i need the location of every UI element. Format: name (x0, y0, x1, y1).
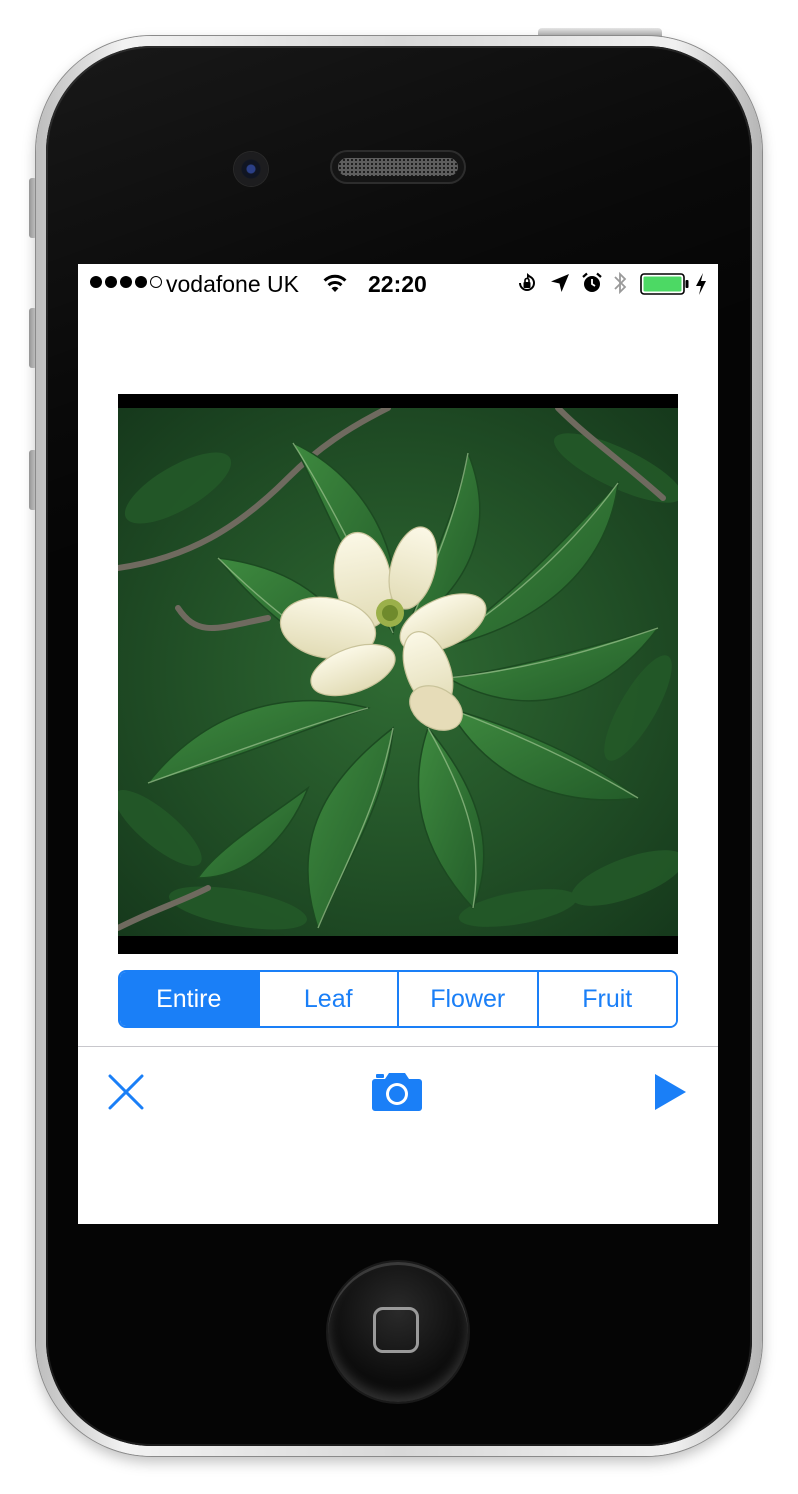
segment-leaf[interactable]: Leaf (257, 972, 397, 1026)
screen: vodafone UK 22:20 Entire Leaf Flower Fru… (78, 264, 718, 1224)
signal-strength-icon (90, 276, 162, 288)
home-square-icon (373, 1307, 419, 1353)
rotation-lock-icon (519, 273, 535, 291)
plant-photo (118, 394, 678, 954)
speaker-grille (338, 158, 458, 176)
earpiece-speaker (330, 150, 466, 184)
alarm-icon (582, 272, 602, 292)
carrier-name: vodafone UK (166, 271, 299, 297)
close-icon[interactable] (108, 1074, 144, 1110)
camera-icon[interactable] (371, 1070, 423, 1112)
plant-part-segmented-control[interactable]: Entire Leaf Flower Fruit (118, 970, 678, 1028)
segment-entire[interactable]: Entire (120, 972, 258, 1026)
signal-dot (105, 276, 117, 288)
status-time: 22:20 (368, 271, 427, 297)
status-bar: vodafone UK 22:20 (78, 264, 718, 304)
front-camera-icon (234, 152, 268, 186)
charging-bolt-icon (696, 273, 706, 295)
location-arrow-icon (551, 274, 569, 292)
battery-icon (640, 273, 689, 295)
signal-dot-empty (150, 276, 162, 288)
play-icon[interactable] (652, 1072, 688, 1112)
bluetooth-icon (614, 271, 627, 295)
signal-dot (135, 276, 147, 288)
signal-dot (90, 276, 102, 288)
home-button[interactable] (328, 1262, 468, 1402)
toolbar-divider (78, 1046, 718, 1047)
segment-flower[interactable]: Flower (397, 972, 537, 1026)
signal-dot (120, 276, 132, 288)
battery-fill (643, 276, 682, 292)
segment-fruit[interactable]: Fruit (536, 972, 676, 1026)
magnolia-photo (118, 408, 678, 936)
wifi-icon (323, 274, 347, 292)
